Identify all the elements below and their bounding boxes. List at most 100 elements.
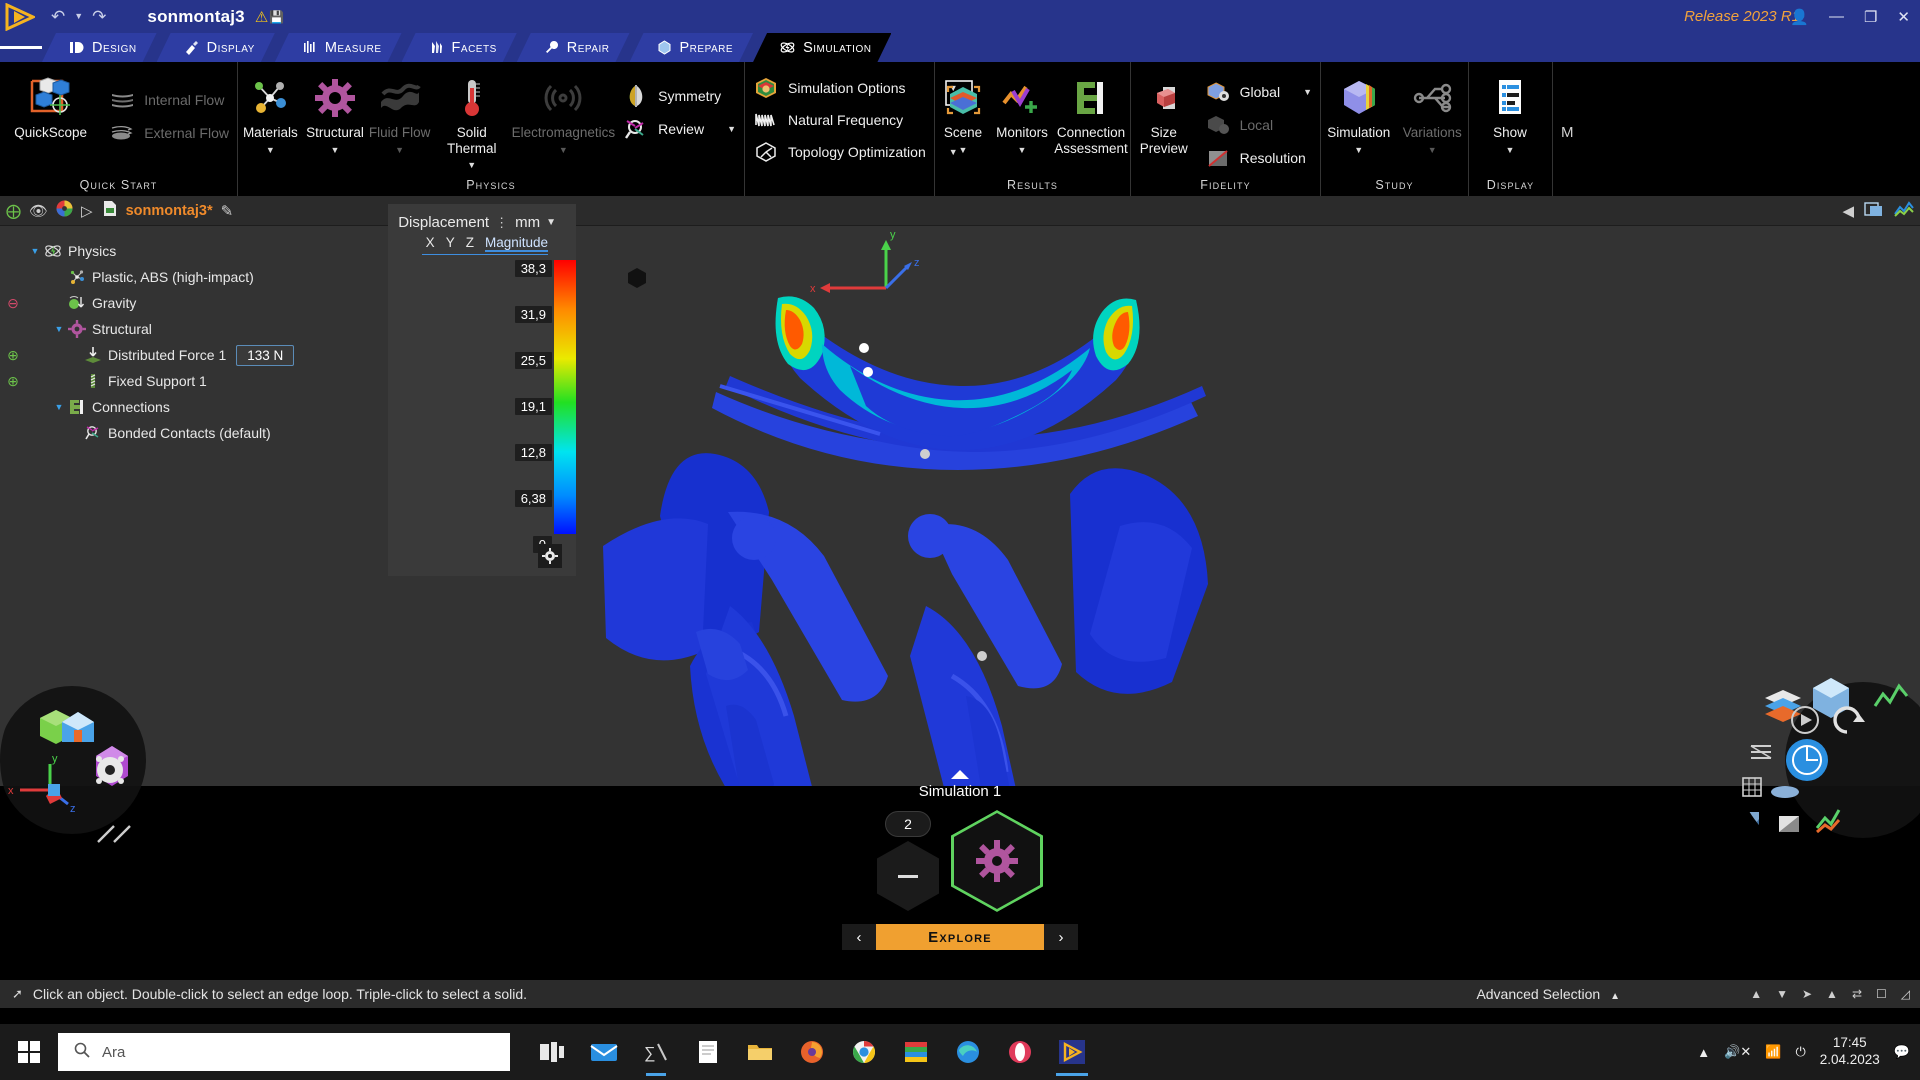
chevron-down-icon[interactable]: ▼	[546, 217, 556, 228]
chevron-down-icon[interactable]: ▼	[959, 145, 968, 155]
tab-simulation[interactable]: Simulation	[753, 33, 891, 62]
materials-button[interactable]: Materials ▼	[238, 68, 303, 155]
view-navigation-right[interactable]	[1735, 660, 1920, 860]
next-stage-button[interactable]: ›	[1044, 924, 1078, 950]
chevron-down-icon[interactable]: ▼	[395, 145, 404, 155]
redo-icon[interactable]: ↷	[89, 6, 109, 27]
natural-frequency-button[interactable]: Natural Frequency	[749, 106, 966, 134]
opera-app-icon[interactable]	[998, 1028, 1042, 1076]
save-icon[interactable]: 💾	[269, 10, 284, 24]
legend-menu-icon[interactable]: ⋮	[495, 215, 509, 231]
topology-optimization-button[interactable]: Topology Optimization ▼	[749, 138, 966, 166]
scene-button[interactable]: Scene ▼	[935, 68, 991, 155]
chevron-down-icon[interactable]: ▼	[559, 145, 568, 155]
expand-tree-icon[interactable]: ▷	[81, 202, 93, 220]
edge-app-icon[interactable]	[946, 1028, 990, 1076]
structural-button[interactable]: Structural ▼	[303, 68, 368, 155]
internal-flow-button[interactable]: Internal Flow	[105, 86, 237, 114]
show-hidden-icons[interactable]: ▲	[1697, 1045, 1710, 1060]
view-navigation-left[interactable]: y x z	[0, 660, 200, 860]
resize-grip-icon[interactable]: ◿	[1901, 987, 1910, 1001]
tab-facets[interactable]: Facets	[402, 33, 517, 62]
show-button[interactable]: Show ▼	[1469, 68, 1551, 155]
external-flow-button[interactable]: External Flow	[105, 119, 237, 147]
tree-item-gravity[interactable]: ⊖ Gravity	[0, 290, 330, 316]
ansys-discovery-logo[interactable]	[0, 0, 40, 33]
snap-icon[interactable]: ⇄	[1852, 987, 1862, 1001]
eye-icon[interactable]: 👁	[29, 202, 48, 220]
legend-settings-button[interactable]	[538, 544, 562, 568]
variations-button[interactable]: Variations ▼	[1396, 68, 1468, 155]
legend-unit[interactable]: mm	[515, 214, 540, 231]
warning-icon[interactable]: ⚠	[255, 8, 268, 26]
tree-item-structural[interactable]: ▼ Structural	[0, 316, 330, 342]
tree-item-material[interactable]: Plastic, ABS (high-impact)	[0, 264, 330, 290]
decrease-steps-button[interactable]	[877, 841, 939, 911]
visibility-icon[interactable]: ⊕	[2, 373, 24, 390]
review-button[interactable]: Review ▼	[619, 115, 744, 143]
chevron-down-icon[interactable]: ▼	[331, 145, 340, 155]
twisty-icon[interactable]: ▼	[28, 246, 42, 256]
firefox-app-icon[interactable]	[790, 1028, 834, 1076]
suppress-icon[interactable]: ⊖	[2, 295, 24, 312]
battery-icon[interactable]: ⏻	[1795, 1044, 1805, 1060]
legend-component-y[interactable]: Y	[446, 235, 455, 252]
chevron-down-icon[interactable]: ▼	[713, 124, 736, 134]
stage-collapse-icon[interactable]	[951, 770, 969, 779]
tab-prepare[interactable]: Prepare	[630, 33, 754, 62]
account-icon[interactable]: 👤	[1780, 8, 1819, 26]
resolution-button[interactable]: Resolution	[1201, 144, 1320, 172]
notepad-app-icon[interactable]	[686, 1028, 730, 1076]
monitor-chart-icon[interactable]	[1894, 200, 1914, 222]
notifications-icon[interactable]: 💬	[1894, 1044, 1910, 1060]
edit-sketch-icon[interactable]: ✎	[221, 202, 234, 220]
twisty-icon[interactable]: ▼	[52, 402, 66, 412]
chevron-down-icon[interactable]: ▼	[1428, 145, 1437, 155]
excel-app-icon[interactable]	[894, 1028, 938, 1076]
taskbar-search-box[interactable]: Ara	[58, 1033, 510, 1071]
legend-component-z[interactable]: Z	[466, 235, 474, 252]
simulation-run-button[interactable]: Simulation ▼	[1321, 68, 1396, 155]
window-select-icon[interactable]: ☐	[1876, 987, 1887, 1001]
network-icon[interactable]: 📶	[1765, 1044, 1781, 1060]
discovery-app-icon[interactable]	[1050, 1028, 1094, 1076]
connection-assessment-button[interactable]: Connection Assessment	[1053, 68, 1129, 156]
select-up-icon[interactable]: ▲	[1750, 987, 1762, 1001]
tree-item-fixed-support[interactable]: ⊕ Fixed Support 1	[0, 368, 330, 394]
pointer-icon[interactable]: ➤	[1802, 987, 1812, 1001]
file-explorer-icon[interactable]	[738, 1028, 782, 1076]
symmetry-button[interactable]: Symmetry	[619, 82, 744, 110]
file-menu-button[interactable]	[0, 33, 42, 62]
chevron-down-icon[interactable]: ▼	[1289, 87, 1312, 97]
chevron-down-icon[interactable]: ▼	[1506, 145, 1515, 155]
legend-component-x[interactable]: X	[426, 235, 435, 252]
close-button[interactable]: ✕	[1887, 8, 1920, 26]
advanced-selection-button[interactable]: Advanced Selection ▲	[1476, 986, 1620, 1002]
tree-item-physics[interactable]: ▼ Physics	[0, 238, 330, 264]
explore-button[interactable]: Explore	[876, 924, 1044, 950]
fluid-flow-button[interactable]: Fluid Flow ▼	[367, 68, 432, 155]
task-view-button[interactable]	[530, 1028, 574, 1076]
section-view-icon[interactable]	[1864, 201, 1884, 222]
legend-component-magnitude[interactable]: Magnitude	[484, 235, 548, 252]
select-down-icon[interactable]: ▼	[1776, 987, 1788, 1001]
simulation-options-button[interactable]: Simulation Options ▼	[749, 74, 966, 102]
tree-item-bonded-contacts[interactable]: Bonded Contacts (default)	[0, 420, 330, 446]
tab-design[interactable]: Design	[42, 33, 157, 62]
chevron-down-icon[interactable]: ▼	[1018, 145, 1027, 155]
size-preview-button[interactable]: Size Preview	[1131, 68, 1197, 156]
tree-item-distributed-force[interactable]: ⊕ Distributed Force 1 133 N	[0, 342, 330, 368]
chevron-down-icon[interactable]: ▼	[266, 145, 275, 155]
start-button[interactable]	[0, 1024, 58, 1080]
mail-app-icon[interactable]	[582, 1028, 626, 1076]
tab-display[interactable]: Display	[157, 33, 275, 62]
tree-item-connections[interactable]: ▼ Connections	[0, 394, 330, 420]
volume-icon[interactable]: 🔊✕	[1724, 1044, 1751, 1060]
structure-document-name[interactable]: sonmontaj3*	[126, 203, 213, 219]
undo-icon[interactable]: ↶	[48, 6, 68, 27]
minimize-button[interactable]: —	[1819, 8, 1854, 25]
tab-repair[interactable]: Repair	[517, 33, 630, 62]
monitors-button[interactable]: Monitors ▼	[991, 68, 1053, 155]
color-wheel-icon[interactable]	[56, 200, 73, 221]
quickscope-button[interactable]: QuickScope	[0, 68, 101, 141]
